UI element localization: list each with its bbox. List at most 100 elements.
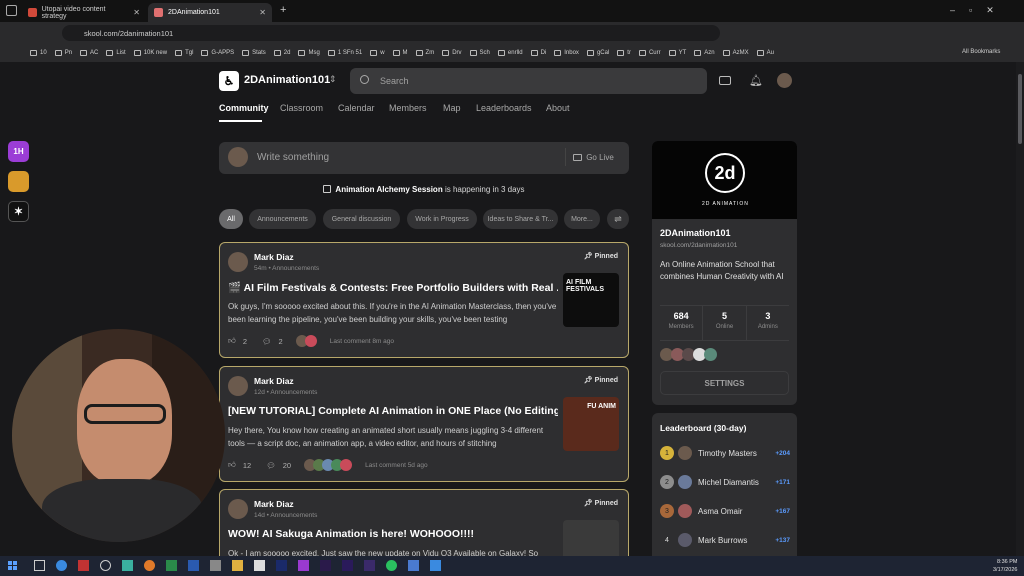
filter-all[interactable]: All	[219, 209, 243, 229]
group-icon-cartoon[interactable]	[8, 171, 29, 192]
scrollbar[interactable]	[1016, 62, 1024, 556]
new-tab-button[interactable]: +	[280, 4, 286, 16]
tab-community[interactable]: Community	[219, 103, 269, 113]
bookmark-item[interactable]: AzMX	[722, 50, 749, 56]
post-thumbnail[interactable]: AI FILM FESTIVALS	[563, 273, 619, 327]
tab-about[interactable]: About	[546, 103, 570, 113]
post-thumbnail[interactable]	[563, 520, 619, 556]
bookmark-item[interactable]: Msg	[298, 50, 320, 56]
like-icon[interactable]: 👍︎	[228, 336, 236, 346]
bookmark-item[interactable]: w	[370, 50, 385, 56]
comment-icon[interactable]: 💬︎	[262, 337, 272, 346]
bookmark-item[interactable]: 2d	[273, 50, 290, 56]
bookmark-item[interactable]: tr	[617, 50, 631, 56]
group-switcher-icon[interactable]: ⇕	[329, 74, 337, 85]
post-card[interactable]: Mark Diaz 12d • Announcements 📌︎ Pinned …	[219, 366, 629, 482]
settings-button[interactable]: SETTINGS	[660, 371, 789, 395]
bookmark-item[interactable]: Au	[756, 50, 774, 56]
comment-icon[interactable]: 💬︎	[266, 461, 276, 470]
bookmark-item[interactable]: 1 SFn 51	[327, 50, 362, 56]
leaderboard-row[interactable]: 3 Asma Omair +167	[660, 503, 790, 519]
filter-more[interactable]: More...	[564, 209, 600, 229]
taskbar-clock[interactable]: 8:36 PM 3/17/2026	[993, 558, 1017, 574]
close-icon[interactable]: ✕	[259, 8, 266, 17]
post-card[interactable]: Mark Diaz 54m • Announcements 📌︎ Pinned …	[219, 242, 629, 358]
post-thumbnail[interactable]: FU ANIM	[563, 397, 619, 451]
bookmark-item[interactable]: List	[106, 50, 126, 56]
address-bar[interactable]: skool.com/2danimation101	[62, 25, 720, 41]
tab-calendar[interactable]: Calendar	[338, 103, 375, 113]
bookmark-item[interactable]: gCal	[586, 50, 609, 56]
all-bookmarks[interactable]: All Bookmarks	[962, 49, 1000, 55]
tab-search-icon[interactable]	[6, 5, 17, 16]
stat-members[interactable]: 684 Members	[660, 306, 702, 340]
compose-placeholder[interactable]: Write something	[257, 152, 329, 163]
filter-settings-icon[interactable]: ⇌	[607, 209, 629, 229]
leaderboard-row[interactable]: 4 Mark Burrows +137	[660, 532, 790, 548]
about-name[interactable]: 2DAnimation101	[660, 228, 731, 238]
bookmark-item[interactable]: Azn	[694, 50, 715, 56]
author-avatar[interactable]	[228, 499, 248, 519]
bookmark-item[interactable]: Curr	[638, 50, 661, 56]
bookmark-item[interactable]: 10	[30, 50, 47, 56]
bookmark-item[interactable]: Stats	[242, 50, 266, 56]
bookmark-item[interactable]: Inbox	[554, 50, 579, 56]
like-icon[interactable]: 👍︎	[228, 460, 236, 470]
filter-announcements[interactable]: Announcements	[249, 209, 316, 229]
post-title[interactable]: 🎬 AI Film Festivals & Contests: Free Por…	[228, 281, 558, 294]
chat-icon[interactable]	[719, 76, 731, 85]
filter-ideas[interactable]: Ideas to Share & Tr...	[483, 209, 558, 229]
browser-tab-2danimation[interactable]: 2DAnimation101 ✕	[148, 3, 272, 22]
post-author[interactable]: Mark Diaz	[254, 252, 294, 262]
close-icon[interactable]: ✕	[133, 8, 140, 17]
bookmark-item[interactable]: Tgl	[175, 50, 193, 56]
about-url[interactable]: skool.com/2danimation101	[660, 242, 737, 249]
author-avatar[interactable]	[228, 376, 248, 396]
group-icon-2danimation[interactable]: ✶	[8, 201, 29, 222]
stat-admins[interactable]: 3 Admins	[747, 306, 789, 340]
search-input[interactable]: Search	[350, 68, 707, 94]
bookmark-item[interactable]: Zm	[415, 50, 434, 56]
go-live-button[interactable]: Go Live	[565, 148, 621, 166]
stat-online[interactable]: 5 Online	[702, 306, 747, 340]
bookmark-item[interactable]: M	[392, 50, 408, 56]
post-title[interactable]: WOW! AI Sakuga Animation is here! WOHOOO…	[228, 528, 558, 540]
bookmark-item[interactable]: AC	[80, 50, 98, 56]
tab-leaderboards[interactable]: Leaderboards	[476, 103, 532, 113]
bookmark-item[interactable]: Sch	[469, 50, 490, 56]
filter-work-in-progress[interactable]: Work in Progress	[407, 209, 477, 229]
bookmark-item[interactable]: Pn	[54, 50, 72, 56]
bookmark-item[interactable]: Di	[530, 50, 546, 56]
bookmark-item[interactable]: enrlld	[497, 50, 523, 56]
post-title[interactable]: [NEW TUTORIAL] Complete AI Animation in …	[228, 405, 558, 417]
bookmark-item[interactable]: 10K new	[133, 50, 167, 56]
windows-start-icon[interactable]	[8, 561, 17, 570]
group-name[interactable]: 2DAnimation101	[244, 74, 330, 86]
post-author[interactable]: Mark Diaz	[254, 376, 294, 386]
scrollbar-thumb[interactable]	[1018, 74, 1022, 144]
group-icon-1h[interactable]: 1H	[8, 141, 29, 162]
group-cover[interactable]: 2d 2D ANIMATION	[652, 141, 797, 219]
post-author[interactable]: Mark Diaz	[254, 499, 294, 509]
bookmark-item[interactable]: G-APPS	[201, 50, 234, 56]
tab-map[interactable]: Map	[443, 103, 461, 113]
event-name[interactable]: Animation Alchemy Session	[335, 185, 442, 194]
leader-avatar	[678, 446, 692, 460]
filter-general-discussion[interactable]: General discussion	[323, 209, 400, 229]
author-avatar[interactable]	[228, 252, 248, 272]
group-logo-icon[interactable]: ♿︎	[219, 71, 239, 91]
member-avatars[interactable]	[660, 348, 717, 361]
taskbar-app-icons[interactable]	[34, 560, 441, 571]
leaderboard-row[interactable]: 1 Timothy Masters +204	[660, 445, 790, 461]
leaderboard-row[interactable]: 2 Michel Diamantis +171	[660, 474, 790, 490]
bell-icon[interactable]: 🔔︎	[749, 74, 763, 87]
browser-tab-utopai[interactable]: Utopai video content strategy ✕	[22, 3, 146, 22]
event-banner[interactable]: Animation Alchemy Session is happening i…	[219, 185, 629, 194]
tab-members[interactable]: Members	[389, 103, 427, 113]
bookmark-item[interactable]: Drv	[442, 50, 462, 56]
tab-classroom[interactable]: Classroom	[280, 103, 323, 113]
bookmark-item[interactable]: YT	[668, 50, 686, 56]
post-card[interactable]: Mark Diaz 14d • Announcements 📌︎ Pinned …	[219, 489, 629, 556]
window-controls[interactable]: –▫✕	[950, 5, 1008, 16]
user-avatar[interactable]	[777, 73, 792, 88]
